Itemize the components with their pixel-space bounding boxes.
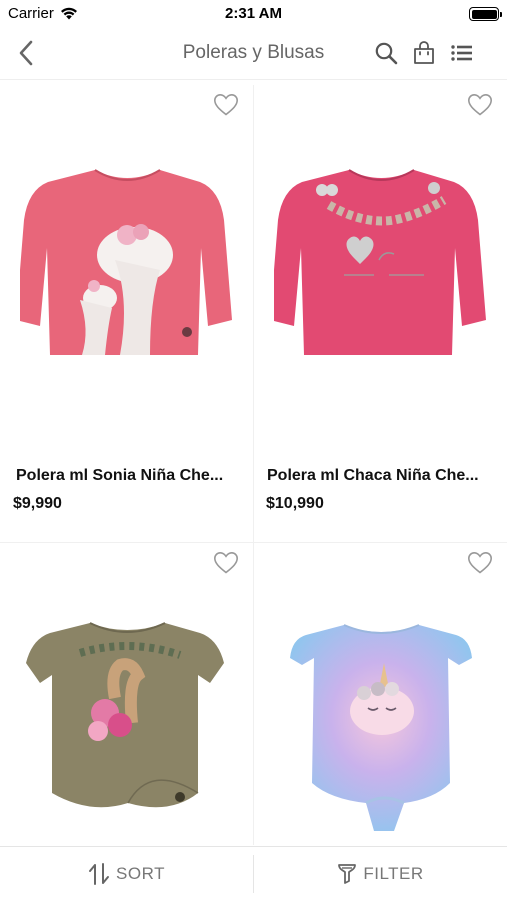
heart-icon xyxy=(213,551,239,574)
sort-button[interactable]: SORT xyxy=(0,847,253,900)
filter-icon xyxy=(338,864,357,884)
cart-button[interactable] xyxy=(411,40,437,66)
product-card[interactable] xyxy=(0,543,253,843)
nav-bar: Poleras y Blusas xyxy=(0,28,507,80)
heart-icon xyxy=(467,551,493,574)
favorite-button[interactable] xyxy=(213,551,239,575)
search-icon xyxy=(375,42,398,65)
product-image xyxy=(290,624,472,831)
bottom-bar: SORT FILTER xyxy=(0,846,507,900)
filter-label: FILTER xyxy=(363,864,424,883)
product-price: $10,990 xyxy=(266,495,324,512)
favorite-button[interactable] xyxy=(213,93,239,117)
sort-icon xyxy=(89,863,110,885)
product-card[interactable] xyxy=(254,543,507,843)
heart-icon xyxy=(213,93,239,116)
battery-icon xyxy=(469,7,502,21)
favorite-button[interactable] xyxy=(467,93,493,117)
sort-label: SORT xyxy=(116,864,165,883)
product-image xyxy=(274,169,486,355)
product-card[interactable]: Polera ml Chaca Niña Che... $10,990 xyxy=(254,85,507,535)
product-image xyxy=(26,622,224,808)
status-bar: Carrier 2:31 AM xyxy=(0,0,507,28)
product-name: Polera ml Chaca Niña Che... xyxy=(267,467,479,484)
product-card[interactable]: Polera ml Sonia Niña Che... $9,990 xyxy=(0,85,253,535)
clock: 2:31 AM xyxy=(225,5,282,22)
filter-button[interactable]: FILTER xyxy=(254,847,507,900)
list-view-button[interactable] xyxy=(449,40,475,66)
product-price: $9,990 xyxy=(13,495,62,512)
list-icon xyxy=(451,45,472,61)
product-name: Polera ml Sonia Niña Che... xyxy=(16,467,224,484)
product-image xyxy=(20,169,232,355)
favorite-button[interactable] xyxy=(467,551,493,575)
shopping-bag-icon xyxy=(414,41,434,64)
heart-icon xyxy=(467,93,493,116)
search-button[interactable] xyxy=(373,40,399,66)
